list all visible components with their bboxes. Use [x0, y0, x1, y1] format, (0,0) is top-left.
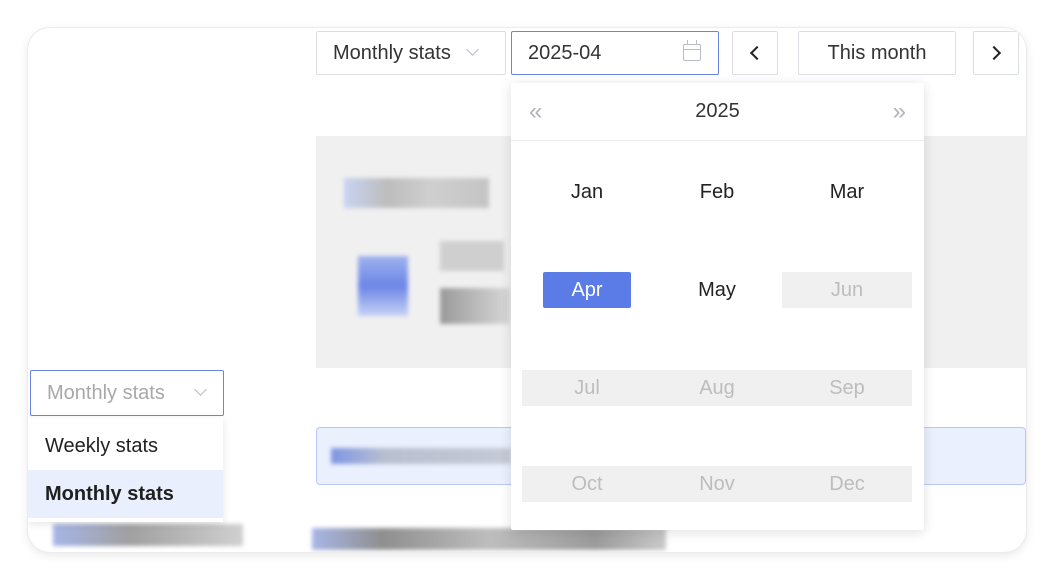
month-cell-jul: Jul: [522, 370, 652, 406]
stats-type-dropdown-menu: Weekly stats Monthly stats: [28, 418, 223, 522]
month-cell-jun: Jun: [782, 272, 912, 308]
month-cell-sep: Sep: [782, 370, 912, 406]
month-label: Aug: [699, 376, 735, 399]
picker-year-label[interactable]: 2025: [511, 100, 924, 123]
this-month-button[interactable]: This month: [798, 31, 956, 75]
previous-month-button[interactable]: [732, 31, 778, 75]
menu-item-weekly-stats[interactable]: Weekly stats: [28, 422, 223, 470]
stats-type-select[interactable]: Monthly stats: [316, 31, 506, 75]
month-label: May: [698, 278, 736, 301]
month-picker-header: « 2025 »: [511, 83, 924, 141]
month-cell-aug: Aug: [652, 370, 782, 406]
chevron-down-icon: [194, 383, 207, 396]
blurred-text: [440, 288, 510, 324]
chevron-down-icon: [466, 43, 479, 56]
month-cell-may[interactable]: May: [652, 272, 782, 308]
month-cell-nov: Nov: [652, 466, 782, 502]
app-window: Monthly stats 2025-04 This month Monthly…: [28, 28, 1026, 552]
month-label: Oct: [571, 472, 603, 495]
month-date-input[interactable]: 2025-04: [511, 31, 719, 75]
blurred-row: [53, 524, 243, 546]
blurred-row: [312, 528, 666, 550]
stats-type-select-secondary-value: Monthly stats: [47, 381, 165, 404]
month-cell-apr[interactable]: Apr: [522, 272, 652, 308]
double-chevron-right-icon[interactable]: »: [893, 100, 906, 124]
month-picker-panel: « 2025 » Jan Feb Mar Apr May Jun Jul Aug Sep Oct N…: [511, 83, 924, 530]
menu-item-monthly-stats[interactable]: Monthly stats: [28, 470, 223, 518]
month-grid: Jan Feb Mar Apr May Jun Jul Aug Sep Oct Nov Dec: [522, 141, 913, 530]
month-cell-oct: Oct: [522, 466, 652, 502]
month-label: Jan: [570, 180, 604, 203]
month-cell-mar[interactable]: Mar: [782, 174, 912, 210]
calendar-icon: [683, 40, 701, 61]
month-label: Mar: [829, 180, 865, 203]
month-label: Dec: [829, 472, 865, 495]
month-cell-feb[interactable]: Feb: [652, 174, 782, 210]
stats-type-select-value: Monthly stats: [333, 41, 451, 64]
month-label: Jul: [574, 376, 600, 399]
blurred-text: [440, 241, 504, 271]
month-label: Nov: [699, 472, 735, 495]
month-cell-dec: Dec: [782, 466, 912, 502]
month-label: Apr: [543, 272, 631, 308]
month-cell-jan[interactable]: Jan: [522, 174, 652, 210]
month-label: Feb: [699, 180, 735, 203]
month-label: Jun: [830, 278, 864, 301]
next-month-button[interactable]: [973, 31, 1019, 75]
chevron-right-icon: [986, 45, 1002, 61]
stats-type-select-secondary[interactable]: Monthly stats: [30, 370, 224, 416]
blurred-text: [344, 178, 489, 208]
chevron-left-icon: [749, 45, 765, 61]
blurred-icon: [358, 256, 408, 316]
this-month-label: This month: [827, 41, 927, 64]
month-label: Sep: [829, 376, 865, 399]
blurred-text: [331, 448, 511, 464]
month-date-value: 2025-04: [528, 41, 602, 64]
